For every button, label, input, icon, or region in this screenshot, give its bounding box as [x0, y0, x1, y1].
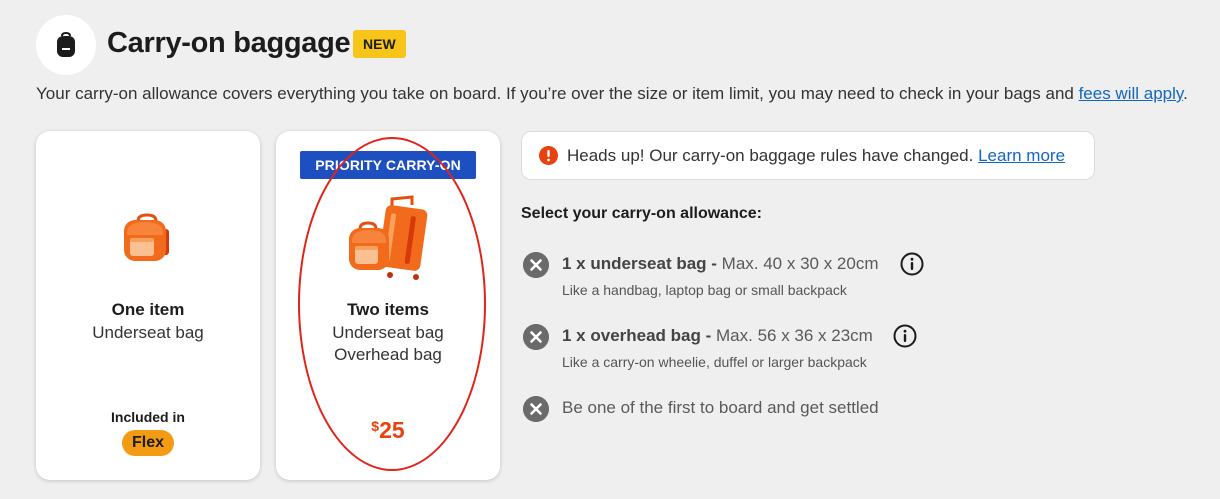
- intro-text: Your carry-on allowance covers everythin…: [36, 84, 1188, 104]
- priority-boarding-text: Be one of the first to board and get set…: [562, 398, 879, 417]
- new-badge: NEW: [353, 30, 406, 58]
- option-card-two-items[interactable]: PRIORITY CARRY-ON Two items Underseat ba…: [276, 131, 500, 480]
- card-two-underseat: Underseat bag: [332, 323, 444, 342]
- flex-fare-badge: Flex: [122, 430, 174, 456]
- price-amount: 25: [379, 417, 405, 443]
- option-card-one-item[interactable]: One item Underseat bag Included in Flex: [36, 131, 260, 480]
- x-circle-icon: [523, 396, 549, 422]
- overhead-bag-examples: Like a carry-on wheelie, duffel or large…: [562, 354, 867, 370]
- underseat-bag-examples: Like a handbag, laptop bag or small back…: [562, 282, 847, 298]
- included-in-label: Included in: [111, 409, 185, 425]
- overhead-bag-label: 1 x overhead bag -: [562, 326, 712, 345]
- intro-end: .: [1183, 84, 1188, 103]
- carry-on-baggage-section: Carry-on baggage NEW Your carry-on allow…: [0, 0, 1220, 499]
- underseat-bag-label: 1 x underseat bag -: [562, 254, 717, 273]
- x-circle-icon: [523, 324, 549, 350]
- card-two-title: Two items: [347, 300, 429, 319]
- price-currency: $: [371, 418, 380, 434]
- notice-body: Heads up! Our carry-on baggage rules hav…: [567, 146, 979, 165]
- intro-body: Your carry-on allowance covers everythin…: [36, 84, 1079, 103]
- info-icon[interactable]: [900, 252, 924, 276]
- rules-changed-notice: Heads up! Our carry-on baggage rules hav…: [521, 131, 1095, 180]
- underseat-bag-size: Max. 40 x 30 x 20cm: [716, 254, 879, 273]
- backpack-and-suitcase-icon: [349, 195, 428, 280]
- card-two-overhead: Overhead bag: [334, 345, 442, 364]
- priority-price: $25: [276, 417, 500, 444]
- info-icon[interactable]: [893, 324, 917, 348]
- backpack-icon: [57, 32, 75, 57]
- page-title: Carry-on baggage: [107, 27, 351, 59]
- backpack-orange-icon: [124, 213, 169, 261]
- priority-carry-on-banner: PRIORITY CARRY-ON: [300, 151, 476, 179]
- overhead-bag-spec: 1 x overhead bag - Max. 56 x 36 x 23cm: [562, 326, 873, 346]
- fees-link[interactable]: fees will apply: [1079, 84, 1184, 103]
- allowance-heading: Select your carry-on allowance:: [521, 205, 762, 222]
- alert-icon: [539, 146, 558, 165]
- overhead-bag-size: Max. 56 x 36 x 23cm: [711, 326, 873, 345]
- card-one-title: One item: [111, 300, 185, 319]
- learn-more-link[interactable]: Learn more: [978, 146, 1065, 165]
- x-circle-icon: [523, 252, 549, 278]
- card-one-underseat: Underseat bag: [92, 323, 204, 342]
- notice-text: Heads up! Our carry-on baggage rules hav…: [567, 146, 1065, 166]
- underseat-bag-spec: 1 x underseat bag - Max. 40 x 30 x 20cm: [562, 254, 879, 274]
- header-icon-circle: [36, 15, 96, 75]
